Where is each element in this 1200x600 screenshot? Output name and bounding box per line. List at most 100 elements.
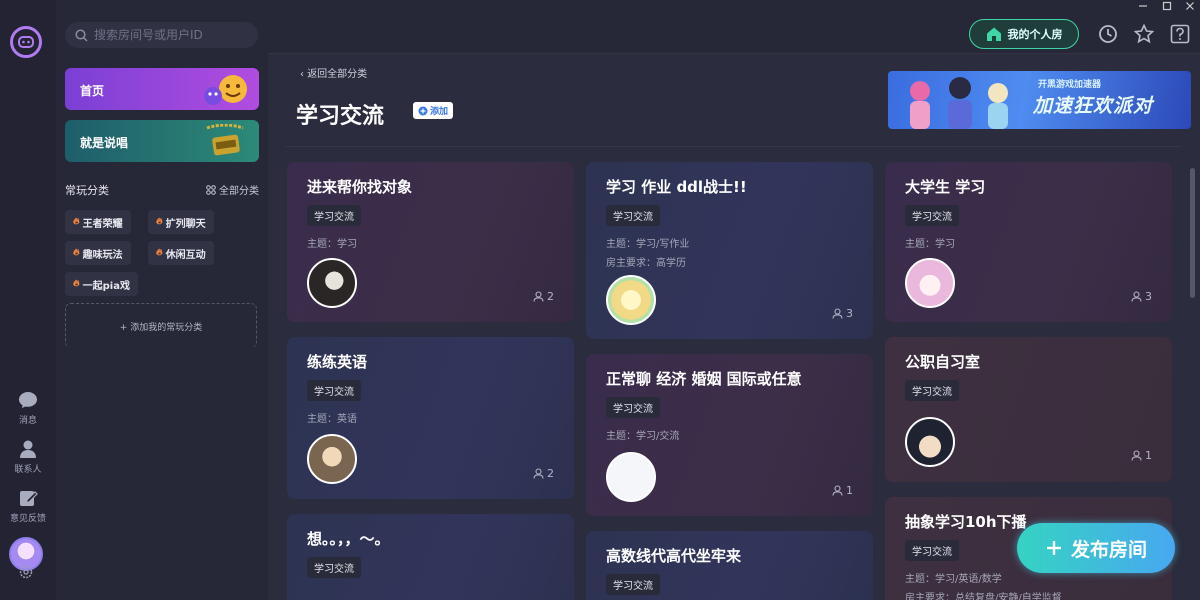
plus-circle-icon [418, 106, 428, 115]
promo-banner[interactable]: 开黑游戏加速器 加速狂欢派对 [888, 71, 1191, 129]
host-avatar[interactable] [905, 258, 955, 308]
person-outline-icon [533, 291, 544, 302]
room-card[interactable]: 大学生 学习 学习交流 主题：学习 3 [885, 162, 1172, 322]
search-box[interactable] [65, 22, 258, 48]
divider [286, 146, 1182, 147]
person-outline-icon [832, 485, 843, 496]
grid-icon [206, 184, 216, 195]
rail-messages[interactable]: 消息 [0, 390, 56, 426]
member-count: 3 [832, 307, 853, 320]
category-chip[interactable]: 🔥︎ 趣味玩法 [65, 241, 131, 265]
flame-icon: 🔥︎ [73, 279, 80, 289]
add-category-badge[interactable]: 添加 [413, 102, 453, 119]
host-avatar[interactable] [606, 452, 656, 502]
room-card[interactable]: 高数线代高代坐牢来 学习交流 [586, 531, 873, 600]
member-count-value: 1 [1145, 449, 1152, 462]
gear-icon[interactable] [19, 565, 33, 579]
nav-rap-label: 就是说唱 [80, 136, 129, 150]
banner-characters-icon [910, 77, 1008, 129]
chip-label: 一起pia戏 [82, 280, 130, 292]
rail-feedback[interactable]: 意见反馈 [0, 488, 56, 524]
search-icon [75, 28, 88, 42]
app-logo-icon[interactable] [10, 26, 42, 58]
member-count: 1 [1131, 449, 1152, 462]
nav-home[interactable]: 首页 [65, 68, 259, 110]
all-categories-link[interactable]: 全部分类 [206, 182, 259, 197]
maximize-icon[interactable] [1162, 1, 1172, 11]
person-outline-icon [832, 308, 843, 319]
member-count: 2 [533, 290, 554, 303]
host-avatar[interactable] [905, 417, 955, 467]
room-card[interactable]: 公职自习室 学习交流 1 [885, 337, 1172, 482]
host-avatar[interactable] [606, 275, 656, 325]
category-chip[interactable]: 🔥︎ 休闲互动 [148, 241, 214, 265]
chip-label: 扩列聊天 [165, 218, 206, 230]
room-tag: 学习交流 [606, 397, 660, 418]
room-tag: 学习交流 [307, 380, 361, 401]
chip-label: 趣味玩法 [82, 249, 123, 261]
room-title: 正常聊 经济 婚姻 国际或任意 [606, 370, 802, 388]
frequent-categories-title: 常玩分类 [65, 184, 109, 197]
all-categories-label: 全部分类 [219, 186, 259, 197]
member-count: 1 [832, 484, 853, 497]
star-icon[interactable] [1134, 24, 1154, 44]
my-room-button[interactable]: 我的个人房 [969, 19, 1079, 49]
room-tag: 学习交流 [606, 205, 660, 226]
room-title: 进来帮你找对象 [307, 178, 413, 196]
category-chip[interactable]: 🔥︎ 王者荣耀 [65, 210, 131, 234]
minimize-icon[interactable] [1138, 1, 1148, 11]
close-icon[interactable] [1185, 1, 1195, 11]
host-avatar[interactable] [307, 258, 357, 308]
host-avatar[interactable] [307, 434, 357, 484]
room-tag: 学习交流 [905, 540, 959, 561]
room-meta: 主题：学习 [307, 239, 357, 250]
room-tag: 学习交流 [905, 380, 959, 401]
page-title: 学习交流 [296, 104, 385, 129]
room-card[interactable]: 进来帮你找对象 学习交流 主题：学习 2 [287, 162, 574, 322]
room-title: 想。。，，～。 [307, 530, 390, 548]
chip-label: 休闲互动 [165, 249, 206, 261]
flame-icon: 🔥︎ [73, 248, 80, 258]
room-tag: 学习交流 [606, 574, 660, 595]
member-count-value: 3 [1145, 290, 1152, 303]
room-card[interactable]: 练练英语 学习交流 主题：英语 2 [287, 337, 574, 499]
category-chip[interactable]: 🔥︎ 扩列聊天 [148, 210, 214, 234]
publish-room-button[interactable]: 发布房间 [1017, 523, 1175, 573]
room-meta: 主题：学习/写作业 [606, 239, 690, 250]
room-meta: 主题：学习 [905, 239, 955, 250]
member-count-value: 1 [846, 484, 853, 497]
room-card[interactable]: 想。。，，～。 学习交流 [287, 514, 574, 600]
member-count-value: 2 [547, 290, 554, 303]
room-tag: 学习交流 [307, 205, 361, 226]
category-chip[interactable]: 🔥︎ 一起pia戏 [65, 272, 138, 296]
banner-title: 加速狂欢派对 [1033, 95, 1154, 117]
edit-note-icon [20, 491, 38, 506]
gold-chain-icon [206, 124, 244, 156]
room-card[interactable]: 学习 作业 ddl战士!! 学习交流 主题：学习/写作业 房主要求：高学历 3 [586, 162, 873, 339]
person-icon [20, 440, 36, 458]
top-bar: 我的个人房 [268, 0, 1200, 54]
home-icon [986, 27, 1001, 41]
back-link[interactable]: ‹ 返回全部分类 [300, 65, 367, 80]
publish-room-label: 发布房间 [1070, 538, 1147, 561]
scrollbar[interactable] [1190, 168, 1195, 298]
member-count: 2 [533, 467, 554, 480]
room-tag: 学习交流 [307, 557, 361, 578]
room-meta: 房主要求：高学历 [606, 258, 686, 269]
add-category-button[interactable]: + 添加我的常玩分类 [65, 303, 257, 348]
room-title: 学习 作业 ddl战士!! [606, 178, 747, 196]
room-title: 公职自习室 [905, 353, 981, 371]
history-icon[interactable] [1098, 24, 1118, 44]
rail-contacts[interactable]: 联系人 [0, 439, 56, 475]
person-outline-icon [533, 468, 544, 479]
flame-icon: 🔥︎ [156, 217, 163, 227]
help-icon[interactable] [1170, 24, 1190, 44]
rail-feedback-label: 意见反馈 [9, 514, 46, 524]
nav-rap[interactable]: 就是说唱 [65, 120, 259, 162]
banner-subtitle: 开黑游戏加速器 [1038, 80, 1102, 90]
room-meta: 主题：英语 [307, 414, 357, 425]
room-card[interactable]: 正常聊 经济 婚姻 国际或任意 学习交流 主题：学习/交流 1 [586, 354, 873, 516]
member-count-value: 3 [846, 307, 853, 320]
search-input[interactable] [94, 28, 244, 42]
emoji-mascot-icon [204, 75, 247, 105]
